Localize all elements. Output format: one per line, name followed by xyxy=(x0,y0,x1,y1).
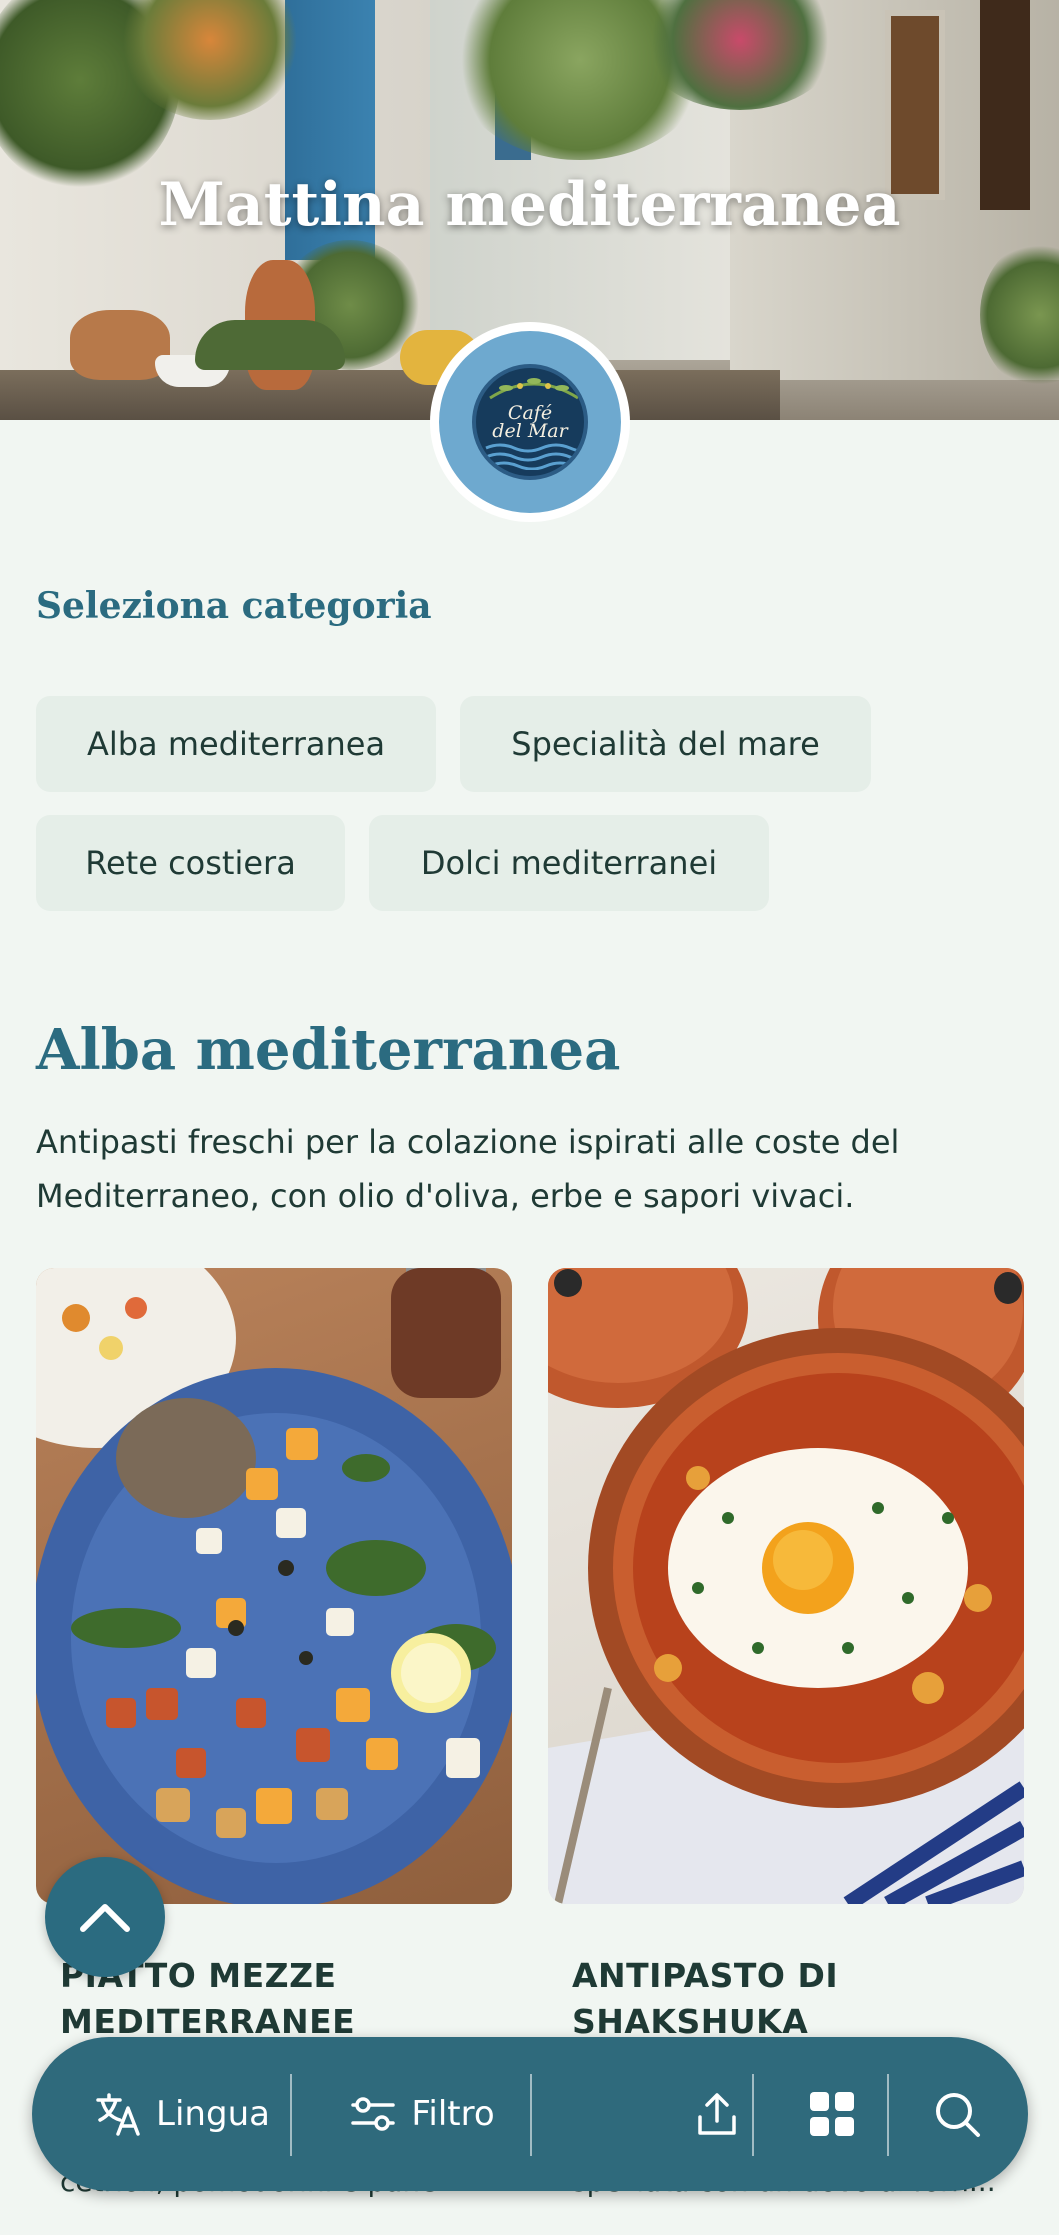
category-label: Seleziona categoria xyxy=(36,585,432,627)
category-chip[interactable]: Specialità del mare xyxy=(460,696,871,792)
scroll-to-top-button[interactable] xyxy=(45,1857,165,1977)
grid-icon xyxy=(810,2092,854,2136)
translate-icon xyxy=(96,2093,140,2136)
divider xyxy=(752,2074,754,2156)
waves-icon xyxy=(485,443,584,470)
mezze-plate-illustration xyxy=(36,1268,512,1904)
page-title: Mattina mediterranea xyxy=(158,170,901,240)
logo-badge: Café del Mar xyxy=(439,331,621,513)
divider xyxy=(530,2074,532,2156)
logo-emblem: Café del Mar xyxy=(472,364,588,480)
language-label: Lingua xyxy=(156,2094,270,2134)
category-chip[interactable]: Dolci mediterranei xyxy=(369,815,769,911)
category-chip[interactable]: Rete costiera xyxy=(36,815,345,911)
filter-label: Filtro xyxy=(411,2094,495,2134)
filter-sliders-icon xyxy=(351,2097,396,2131)
section-title: Alba mediterranea xyxy=(36,1017,621,1083)
olive-branch-icon xyxy=(489,378,579,400)
divider xyxy=(290,2074,292,2156)
bottom-action-bar: Lingua Filtro xyxy=(32,2037,1028,2191)
search-button[interactable] xyxy=(902,2037,1012,2191)
shakshuka-illustration xyxy=(548,1268,1024,1904)
language-button[interactable]: Lingua xyxy=(72,2037,292,2191)
share-button[interactable] xyxy=(652,2037,782,2191)
card-image[interactable] xyxy=(36,1268,512,1904)
grid-view-button[interactable] xyxy=(772,2037,892,2191)
hero-plant xyxy=(195,320,345,370)
logo-text: del Mar xyxy=(492,420,568,442)
category-chip[interactable]: Alba mediterranea xyxy=(36,696,436,792)
card-image[interactable] xyxy=(548,1268,1024,1904)
section-description: Antipasti freschi per la colazione ispir… xyxy=(36,1123,900,1215)
cafe-logo: Café del Mar xyxy=(430,322,630,522)
card-title[interactable]: ANTIPASTO DI SHAKSHUKA xyxy=(572,1953,992,2045)
chevron-up-icon xyxy=(80,1904,130,1932)
share-icon xyxy=(698,2093,736,2135)
filter-button[interactable]: Filtro xyxy=(307,2037,537,2191)
search-icon xyxy=(936,2093,980,2137)
divider xyxy=(887,2074,889,2156)
